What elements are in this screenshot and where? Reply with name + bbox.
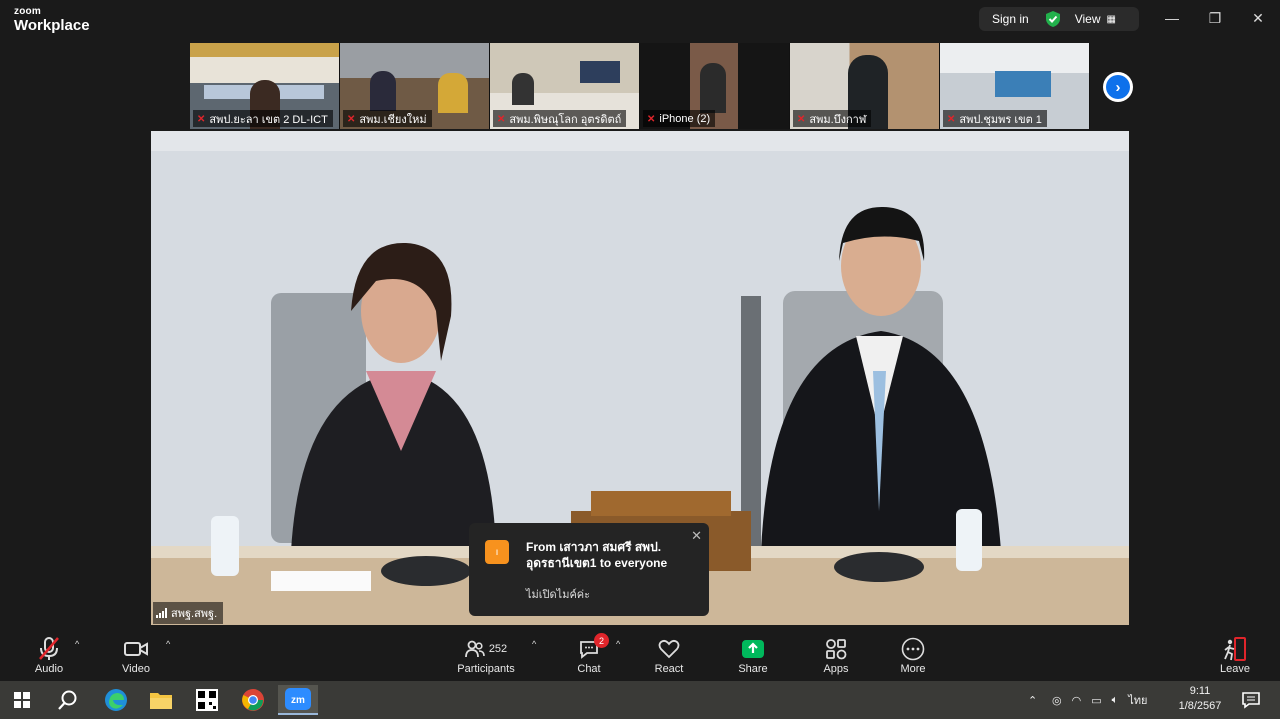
apps-button[interactable]: Apps: [817, 627, 855, 681]
mic-muted-icon: ✕: [347, 113, 356, 125]
more-button[interactable]: More: [894, 627, 932, 681]
zoom-logo: zoom Workplace: [14, 6, 90, 34]
video-label: Video: [122, 663, 150, 675]
participant-count: 252: [488, 643, 508, 655]
clock-time: 9:11: [1189, 685, 1211, 697]
participant-tile[interactable]: ✕ สพป.ยะลา เขต 2 DL-ICT: [190, 43, 340, 129]
leave-button[interactable]: Leave: [1216, 627, 1254, 681]
apps-icon: [826, 639, 847, 660]
react-label: React: [654, 663, 684, 675]
share-label: Share: [738, 663, 768, 675]
grid-view-icon: ▦: [1106, 13, 1116, 25]
windows-taskbar: zm ⌃ ◎ ◠ ▭ 🔈︎ ไทย 9:11 1/8/2567: [0, 681, 1280, 719]
participant-tile[interactable]: ✕ สพม.บึงกาฬ: [790, 43, 940, 129]
leave-door-icon: [1224, 637, 1246, 661]
tray-expand-icon[interactable]: ⌃: [1028, 694, 1042, 707]
leave-label: Leave: [1220, 663, 1250, 675]
search-icon[interactable]: [48, 685, 88, 715]
audio-button[interactable]: Audio: [30, 627, 68, 681]
close-notification-icon[interactable]: ✕: [691, 528, 702, 544]
participants-button[interactable]: 252 Participants: [455, 627, 517, 681]
participant-name: iPhone (2): [659, 113, 711, 125]
file-explorer-icon[interactable]: [141, 685, 181, 715]
share-screen-icon: [742, 640, 764, 658]
participant-tile[interactable]: ✕ สพม.พิษณุโลก อุตรดิตถ์: [490, 43, 640, 129]
participant-tile[interactable]: ✕ สพป.ชุมพร เขต 1: [940, 43, 1090, 129]
participant-name: สพม.พิษณุโลก อุตรดิตถ์: [509, 114, 622, 126]
participant-tile[interactable]: ✕ สพม.เชียงใหม่: [340, 43, 490, 129]
mic-muted-icon: ✕: [497, 113, 506, 125]
active-speaker-label: สพฐ.สพฐ.: [153, 602, 224, 624]
participant-name: สพม.เชียงใหม่: [359, 114, 427, 126]
sender-avatar-icon: ı: [485, 540, 509, 564]
volume-icon[interactable]: 🔈︎: [1112, 694, 1119, 707]
chrome-browser-icon[interactable]: [233, 685, 273, 715]
sign-in-button[interactable]: Sign in: [992, 12, 1029, 26]
chat-button[interactable]: 2 Chat: [572, 627, 609, 681]
meet-now-icon[interactable]: ◎: [1052, 694, 1062, 707]
react-button[interactable]: React: [650, 627, 688, 681]
mic-muted-icon: ✕: [947, 113, 956, 125]
participants-options-caret-icon[interactable]: ^: [532, 639, 536, 649]
more-label: More: [900, 663, 926, 675]
chat-label: Chat: [577, 663, 601, 675]
battery-icon[interactable]: ▭: [1091, 694, 1101, 707]
brand-small: zoom: [14, 6, 41, 17]
signal-strength-icon: [156, 608, 167, 618]
mic-muted-icon: ✕: [647, 113, 656, 125]
language-indicator[interactable]: ไทย: [1128, 691, 1147, 709]
restore-icon[interactable]: ❐: [1205, 8, 1225, 28]
brand-large: Workplace: [14, 17, 90, 34]
zoom-app-icon[interactable]: zm: [278, 685, 318, 715]
apps-label: Apps: [823, 663, 849, 675]
view-button[interactable]: View: [1075, 12, 1101, 26]
audio-options-caret-icon[interactable]: ^: [75, 639, 79, 649]
system-tray: ⌃ ◎ ◠ ▭ 🔈︎ ไทย: [1028, 681, 1147, 719]
participant-name: สพป.ยะลา เขต 2 DL-ICT: [209, 114, 328, 126]
titlebar-controls: Sign in View ▦: [979, 7, 1139, 31]
participant-name: สพป.ชุมพร เขต 1: [959, 114, 1042, 126]
chevron-right-icon: ›: [1106, 75, 1130, 99]
chat-notification[interactable]: ı From เสาวภา สมศรี สพป. อุดรธานีเขต1 to…: [469, 523, 709, 616]
speaker-name: สพฐ.สพฐ.: [171, 608, 218, 620]
video-button[interactable]: Video: [117, 627, 155, 681]
meeting-toolbar: Audio ^ Video ^ 252 Participants ^ 2 Cha…: [0, 627, 1280, 681]
next-page-button[interactable]: ›: [1103, 72, 1133, 102]
qr-app-icon[interactable]: [187, 685, 227, 715]
video-options-caret-icon[interactable]: ^: [166, 639, 170, 649]
windows-start-icon[interactable]: [2, 685, 42, 715]
wifi-icon[interactable]: ◠: [1072, 694, 1082, 707]
mic-muted-icon: [39, 637, 59, 660]
participants-icon: [464, 640, 485, 658]
notifications-icon[interactable]: [1236, 685, 1266, 715]
participant-name: สพม.บึงกาฬ: [809, 114, 867, 126]
chat-unread-badge: 2: [594, 633, 609, 648]
title-bar: zoom Workplace Sign in View ▦ — ❐ ✕: [0, 0, 1280, 40]
chat-sender-line: From เสาวภา สมศรี สพป. อุดรธานีเขต1 to e…: [526, 540, 668, 570]
more-icon: [901, 637, 925, 661]
clock-date: 1/8/2567: [1178, 700, 1222, 712]
participant-thumbnail-strip: ✕ สพป.ยะลา เขต 2 DL-ICT ✕ สพม.เชียงใหม่ ✕ ส…: [190, 43, 1090, 129]
svg-text:zm: zm: [291, 695, 305, 706]
chat-message-text: ไม่เปิดไมค์ค่ะ: [526, 589, 591, 601]
participants-label: Participants: [457, 663, 515, 675]
audio-label: Audio: [34, 663, 64, 675]
share-button[interactable]: Share: [734, 627, 772, 681]
edge-browser-icon[interactable]: [96, 685, 136, 715]
mic-muted-icon: ✕: [197, 113, 206, 125]
close-window-icon[interactable]: ✕: [1248, 8, 1268, 28]
heart-icon: [658, 639, 680, 659]
minimize-icon[interactable]: —: [1162, 8, 1182, 28]
mic-muted-icon: ✕: [797, 113, 806, 125]
participant-tile[interactable]: ✕ iPhone (2): [640, 43, 790, 129]
security-shield-icon[interactable]: [1045, 10, 1061, 28]
video-camera-icon: [124, 642, 148, 656]
chat-options-caret-icon[interactable]: ^: [616, 639, 620, 649]
clock[interactable]: 9:11 1/8/2567: [1172, 684, 1228, 714]
